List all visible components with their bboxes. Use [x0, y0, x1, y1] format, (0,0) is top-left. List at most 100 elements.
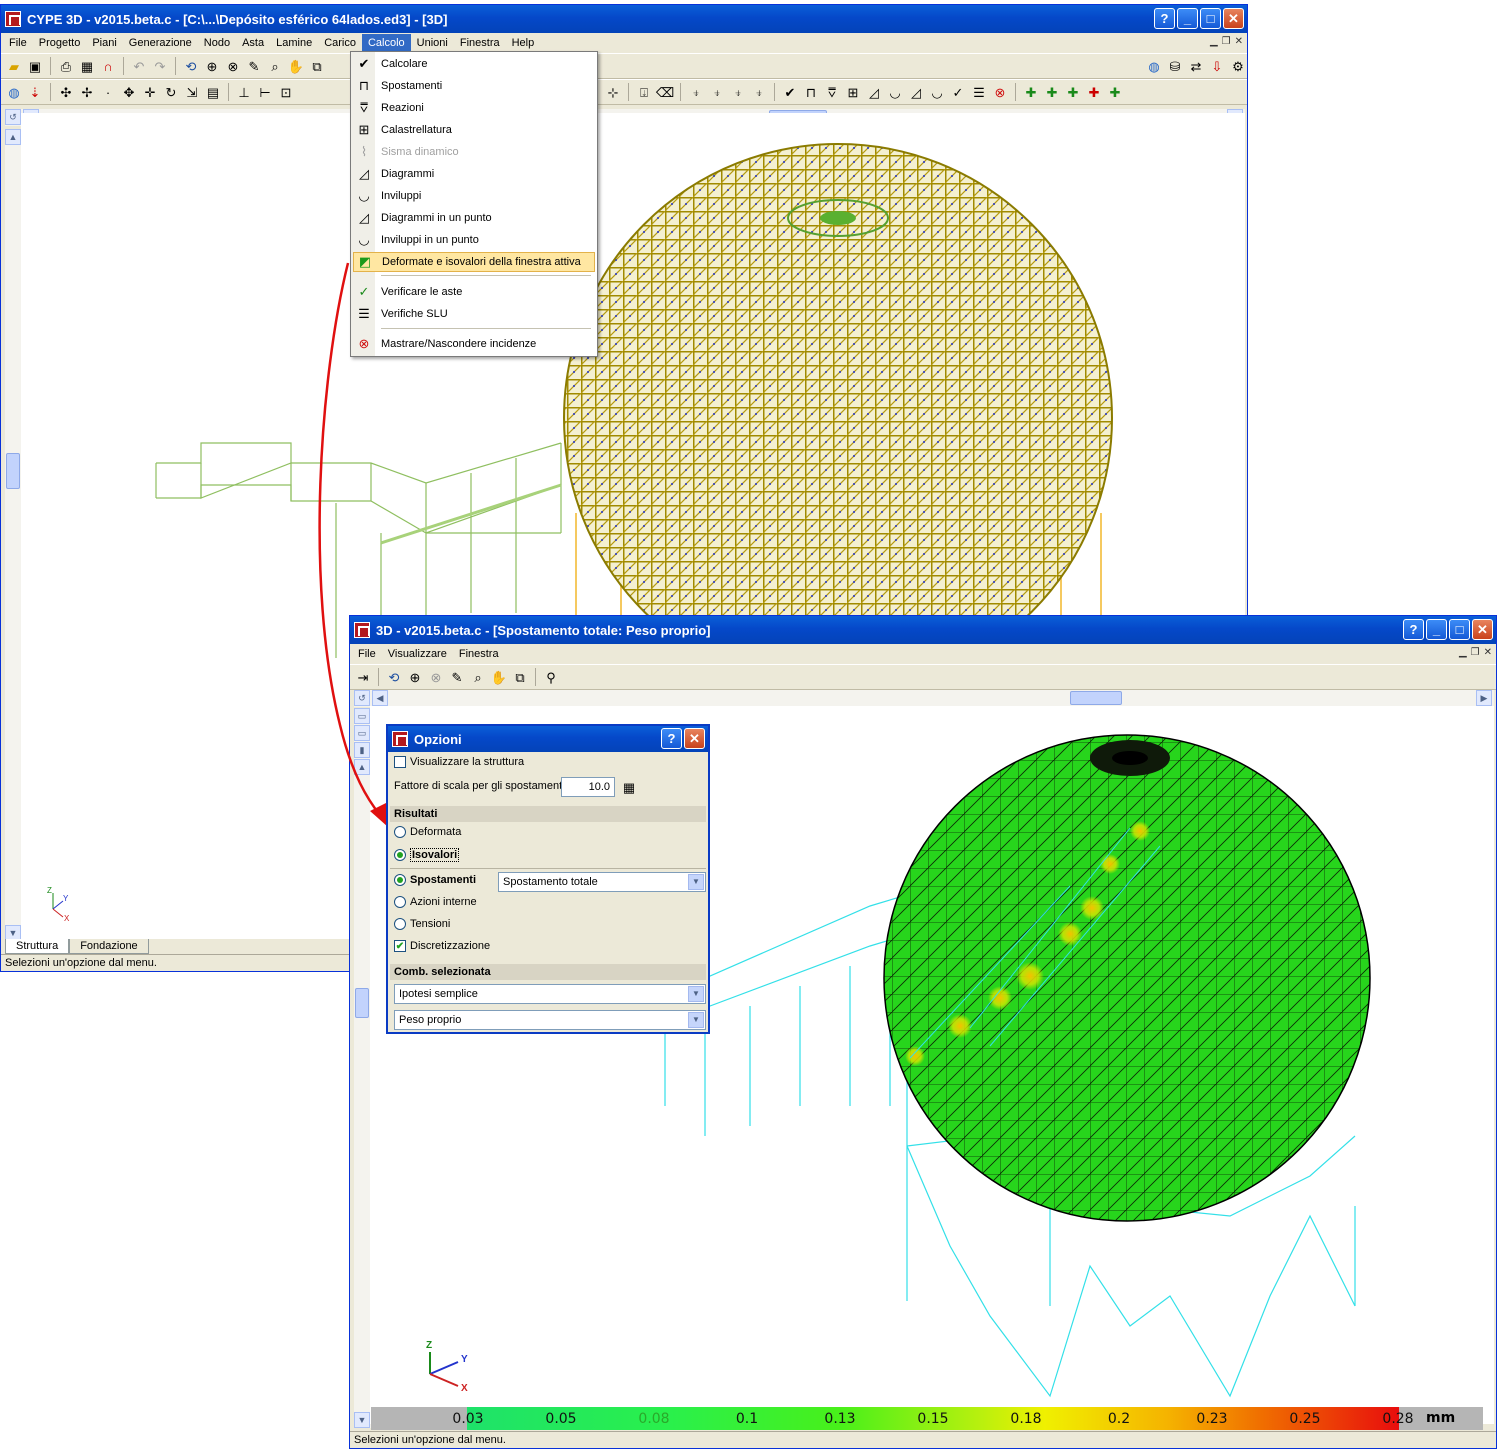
edit-pencil-icon[interactable]: ✎	[245, 57, 263, 75]
deformata-radio[interactable]	[394, 826, 406, 838]
mdi-close-icon[interactable]: ✕	[1235, 36, 1243, 47]
lacing-tool-icon[interactable]: ⊞	[844, 83, 862, 101]
bar-icon[interactable]: ✢	[78, 83, 96, 101]
spostamenti-select[interactable]: Spostamento totale ▼	[498, 872, 706, 892]
move-node-icon[interactable]: ✛	[141, 83, 159, 101]
scale-input[interactable]: 10.0	[561, 777, 615, 797]
print-icon[interactable]: ⎙	[57, 57, 75, 75]
share-icon[interactable]: ⇄	[1187, 57, 1205, 75]
results-zoom-icon[interactable]: ⌕	[469, 668, 487, 686]
joint4-icon[interactable]: ✚	[1085, 83, 1103, 101]
help-button[interactable]: ?	[1154, 8, 1175, 29]
load-bar2-icon[interactable]: ⍖	[708, 83, 726, 101]
settings-icon[interactable]: ⚙	[1229, 57, 1247, 75]
load-bar3-icon[interactable]: ⍖	[729, 83, 747, 101]
joint3-icon[interactable]: ✚	[1064, 83, 1082, 101]
view-icon[interactable]: ⧉	[308, 57, 326, 75]
tab-fondazione[interactable]: Fondazione	[69, 939, 149, 954]
menu-item-inviluppi-in-un-punto[interactable]: ◡ Inviluppi in un punto	[353, 230, 595, 250]
reactions-tool-icon[interactable]: ⩢	[823, 83, 841, 101]
results-help-button[interactable]: ?	[1403, 619, 1424, 640]
rotate-icon[interactable]: ↻	[162, 83, 180, 101]
menu-item-calastrellatura[interactable]: ⊞ Calastrellatura	[353, 120, 595, 140]
menu-item-inviluppi[interactable]: ◡ Inviluppi	[353, 186, 595, 206]
move-icon[interactable]: ✥	[120, 83, 138, 101]
open-folder-icon[interactable]: ▰	[5, 57, 23, 75]
calculator-icon[interactable]: ▦	[620, 778, 638, 796]
load-bar4-icon[interactable]: ⍖	[750, 83, 768, 101]
mdi-restore-icon[interactable]: ❐	[1222, 36, 1231, 47]
options-help-button[interactable]: ?	[661, 728, 682, 749]
vscroll-thumb[interactable]	[6, 453, 20, 489]
export-icon[interactable]: ⛁	[1166, 57, 1184, 75]
results-pencil-icon[interactable]: ✎	[448, 668, 466, 686]
import-icon[interactable]: ⇩	[1208, 57, 1226, 75]
comment-icon[interactable]: ▤	[204, 83, 222, 101]
discretizzazione-checkbox[interactable]: ✔	[394, 940, 406, 952]
menu-item-diagrammi[interactable]: ◿ Diagrammi	[353, 164, 595, 184]
results-scroll-down-icon[interactable]: ▼	[354, 1412, 370, 1428]
close-button[interactable]: ✕	[1223, 8, 1244, 29]
scale-icon[interactable]: ⇲	[183, 83, 201, 101]
menu-file[interactable]: File	[3, 34, 33, 52]
envelope-tool-icon[interactable]: ◡	[886, 83, 904, 101]
joint5-icon[interactable]: ✚	[1106, 83, 1124, 101]
load-icon[interactable]: ⇣	[26, 83, 44, 101]
fix-icon[interactable]: ⊥	[235, 83, 253, 101]
undo-icon[interactable]: ↶	[130, 57, 148, 75]
minimize-button[interactable]: _	[1177, 8, 1198, 29]
globe-icon[interactable]: ◍	[1145, 57, 1163, 75]
menu-unioni[interactable]: Unioni	[411, 34, 454, 52]
binoculars-icon[interactable]: ⚲	[542, 668, 560, 686]
grid-icon[interactable]: ▦	[78, 57, 96, 75]
results-zoom-all-icon[interactable]: ⊕	[406, 668, 424, 686]
eraser-icon[interactable]: ⌫	[656, 83, 674, 101]
split-icon[interactable]: ⊹	[604, 83, 622, 101]
zoom-window-icon[interactable]: ⊗	[224, 57, 242, 75]
joint-icon[interactable]: ✚	[1022, 83, 1040, 101]
options-close-button[interactable]: ✕	[684, 728, 705, 749]
results-vscroll-thumb[interactable]	[355, 988, 369, 1018]
refresh-icon[interactable]: ↺	[5, 109, 21, 125]
menu-generazione[interactable]: Generazione	[123, 34, 198, 52]
pan-hand-icon[interactable]: ✋	[287, 57, 305, 75]
menu-lamine[interactable]: Lamine	[270, 34, 318, 52]
magnet-icon[interactable]: ∩	[99, 57, 117, 75]
zoom-all-icon[interactable]: ⊕	[203, 57, 221, 75]
rotate-view-icon[interactable]: ⟲	[182, 57, 200, 75]
load-node-icon[interactable]: ⍗	[635, 83, 653, 101]
menu-calcolo[interactable]: Calcolo	[361, 34, 411, 52]
menu-asta[interactable]: Asta	[236, 34, 270, 52]
menu-nodo[interactable]: Nodo	[198, 34, 236, 52]
results-hscroll-thumb[interactable]	[1070, 691, 1122, 705]
results-view-icon[interactable]: ⧉	[511, 668, 529, 686]
left-vscroll[interactable]: ▲ ▼	[5, 129, 22, 941]
save-icon[interactable]: ▣	[26, 57, 44, 75]
displacement-tool-icon[interactable]: ⊓	[802, 83, 820, 101]
results-mdi-close-icon[interactable]: ✕	[1484, 647, 1492, 658]
results-minimize-button[interactable]: _	[1426, 619, 1447, 640]
results-maximize-button[interactable]: □	[1449, 619, 1470, 640]
menu-item-reazioni[interactable]: ⩢ Reazioni	[353, 98, 595, 118]
globe-view-icon[interactable]: ◍	[5, 83, 23, 101]
show-structure-checkbox[interactable]	[394, 756, 406, 768]
calc-check-icon[interactable]: ✔	[781, 83, 799, 101]
results-mdi-restore-icon[interactable]: ❐	[1471, 647, 1480, 658]
diagram-tool-icon[interactable]: ◿	[865, 83, 883, 101]
slu-tool-icon[interactable]: ☰	[970, 83, 988, 101]
menu-piani[interactable]: Piani	[86, 34, 122, 52]
frame-icon[interactable]: ⊡	[277, 83, 295, 101]
load-bar-icon[interactable]: ⍖	[687, 83, 705, 101]
results-scroll-right-icon[interactable]: ▶	[1476, 690, 1492, 706]
results-hscroll[interactable]: ↺ ◀ ▶	[354, 690, 1494, 707]
tensioni-radio[interactable]	[394, 918, 406, 930]
menu-item-diagrammi-in-un-punto[interactable]: ◿ Diagrammi in un punto	[353, 208, 595, 228]
menu-carico[interactable]: Carico	[318, 34, 362, 52]
results-pan-icon[interactable]: ✋	[490, 668, 508, 686]
hypothesis-select[interactable]: Ipotesi semplice ▼	[394, 984, 706, 1004]
azioni-radio[interactable]	[394, 896, 406, 908]
spostamenti-radio[interactable]	[394, 874, 406, 886]
tab-struttura[interactable]: Struttura	[5, 939, 70, 954]
menu-finestra[interactable]: Finestra	[454, 34, 506, 52]
menu-progetto[interactable]: Progetto	[33, 34, 87, 52]
